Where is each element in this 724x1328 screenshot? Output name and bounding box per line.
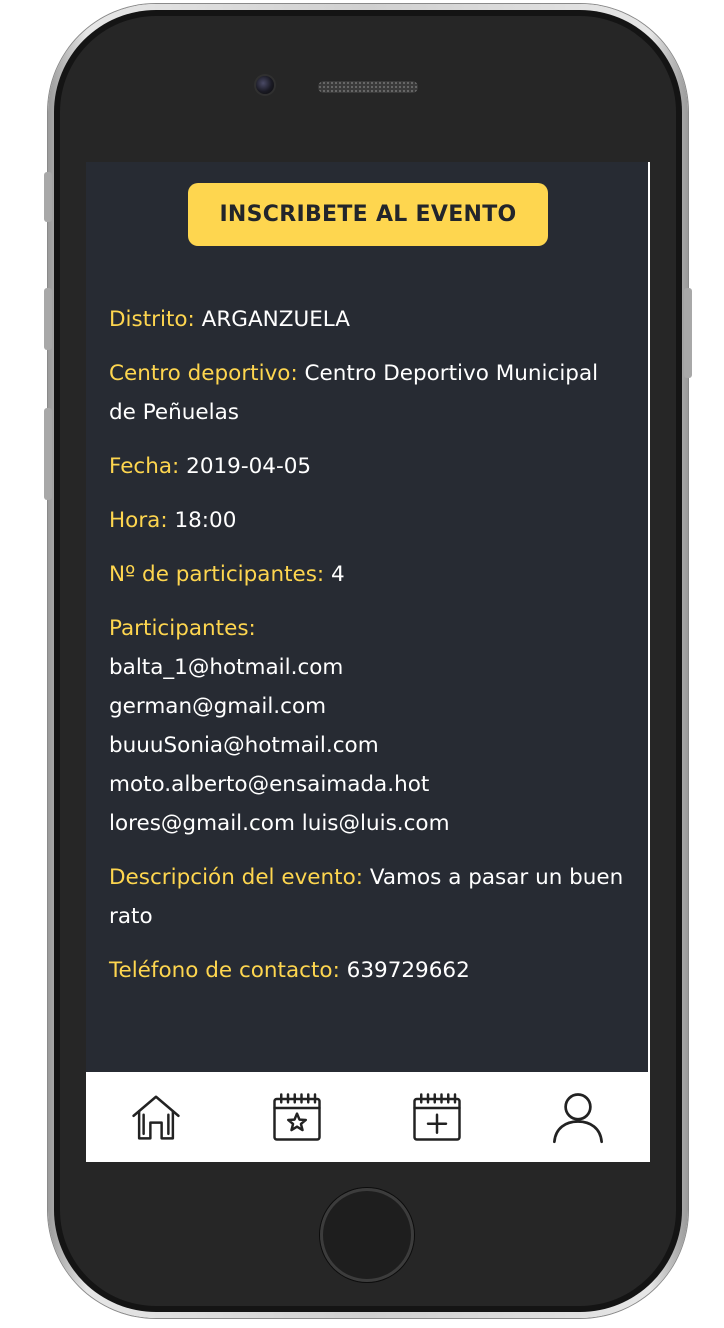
earpiece-speaker (318, 81, 418, 93)
district-label: Distrito: (109, 307, 195, 332)
sports-center-row: Centro deportivo: Centro Deportivo Munic… (109, 354, 629, 432)
participant-count-row: Nº de participantes: 4 (109, 555, 629, 594)
date-value: 2019-04-05 (186, 454, 312, 479)
phone-row: Teléfono de contacto: 639729662 (109, 951, 629, 990)
time-label: Hora: (109, 508, 168, 533)
participants-block: Participantes: balta_1@hotmail.com germa… (109, 609, 629, 843)
participants-label: Participantes: (109, 616, 256, 641)
sports-center-label: Centro deportivo: (109, 361, 298, 386)
screen-edge (648, 162, 650, 1162)
register-event-button[interactable]: INSCRIBETE AL EVENTO (188, 183, 548, 246)
phone-label: Teléfono de contacto: (109, 958, 340, 983)
user-icon (552, 1093, 603, 1144)
tab-home[interactable] (86, 1072, 227, 1162)
phone-value: 639729662 (346, 958, 470, 983)
event-details: Distrito: ARGANZUELA Centro deportivo: C… (109, 300, 629, 1005)
description-row: Descripción del evento: Vamos a pasar un… (109, 858, 629, 936)
front-camera (256, 76, 274, 94)
date-label: Fecha: (109, 454, 180, 479)
date-row: Fecha: 2019-04-05 (109, 447, 629, 486)
volume-up-button (44, 288, 52, 350)
power-button (684, 288, 692, 378)
participant-email: buuuSonia@hotmail.com (109, 733, 379, 758)
home-button[interactable] (320, 1188, 414, 1282)
participant-count-label: Nº de participantes: (109, 562, 325, 587)
district-row: Distrito: ARGANZUELA (109, 300, 629, 339)
calendar-star-icon (273, 1093, 321, 1141)
volume-down-button (44, 408, 52, 500)
tab-create-event[interactable] (367, 1072, 508, 1162)
participant-count-value: 4 (331, 562, 345, 587)
participant-email: moto.alberto@ensaimada.hot (109, 772, 430, 797)
calendar-plus-icon (413, 1093, 461, 1141)
mute-switch (44, 172, 52, 222)
tab-profile[interactable] (508, 1072, 649, 1162)
tab-favorite-events[interactable] (227, 1072, 368, 1162)
bottom-tab-bar (86, 1072, 648, 1162)
time-row: Hora: 18:00 (109, 501, 629, 540)
screen: INSCRIBETE AL EVENTO Distrito: ARGANZUEL… (86, 162, 648, 1162)
time-value: 18:00 (174, 508, 237, 533)
district-value: ARGANZUELA (201, 307, 350, 332)
home-icon (132, 1095, 180, 1140)
description-label: Descripción del evento: (109, 865, 363, 890)
participant-email: german@gmail.com (109, 694, 327, 719)
participant-email: balta_1@hotmail.com (109, 655, 344, 680)
participant-email: lores@gmail.com luis@luis.com (109, 811, 450, 836)
